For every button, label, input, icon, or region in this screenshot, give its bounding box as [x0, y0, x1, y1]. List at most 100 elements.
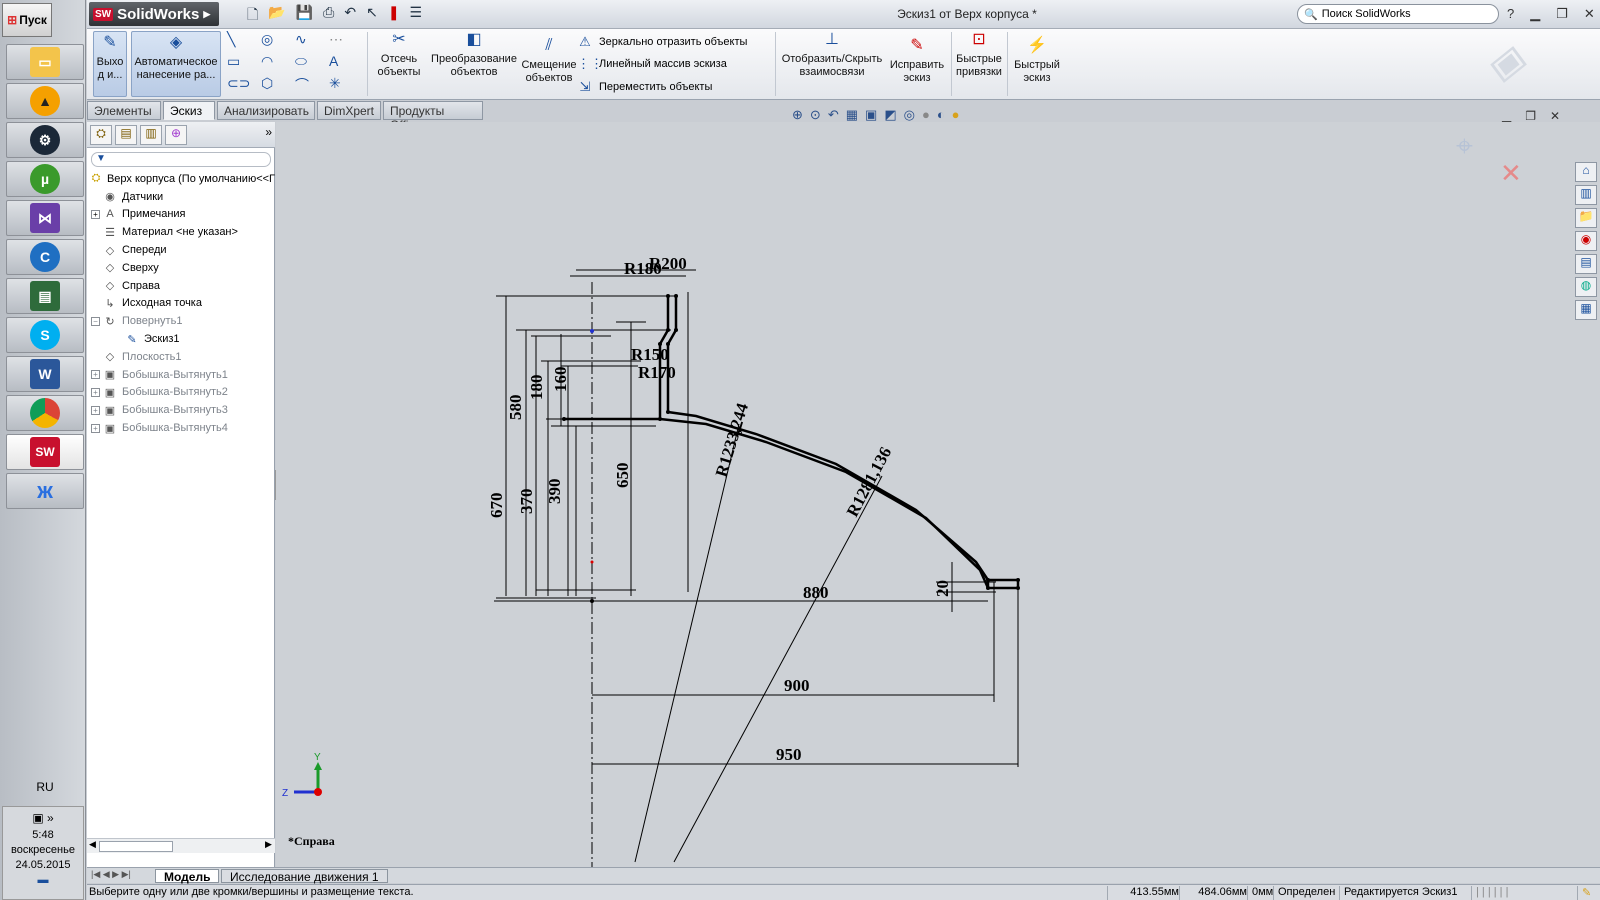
tree-item[interactable]: + A Примечания [87, 206, 275, 224]
tab-scroll-arrows-icon[interactable]: |◀ ◀ ▶ ▶| [91, 869, 131, 880]
rectangle-icon[interactable]: ▭ [227, 53, 261, 75]
scroll-right-icon[interactable]: ▶ [265, 839, 272, 850]
close-icon[interactable]: ✕ [1584, 6, 1595, 22]
system-clock[interactable]: ▣ » 5:48 воскресенье 24.05.2015 ▬ [2, 806, 84, 900]
tree-item[interactable]: + ▣ Бобышка-Вытянуть4 [87, 419, 275, 437]
sketch-drawing[interactable]: R200 R180 R150 R170 R1233,244 R1281,136 … [276, 122, 1600, 867]
solidworks-logo[interactable]: SW SolidWorks ▶ [89, 2, 219, 26]
tab-features[interactable]: Элементы [87, 101, 161, 120]
search-box[interactable]: 🔍 Поиск SolidWorks [1297, 4, 1499, 24]
scroll-left-icon[interactable]: ◀ [89, 839, 96, 850]
language-indicator[interactable]: RU [6, 780, 84, 794]
repair-sketch-button[interactable]: ✎ Исправить эскиз [887, 38, 947, 85]
tree-horizontal-scrollbar[interactable]: ◀ ▶ [87, 838, 275, 853]
slot-icon[interactable]: ⊂⊃ [227, 75, 261, 97]
tree-item[interactable]: + ▣ Бобышка-Вытянуть1 [87, 366, 275, 384]
rapid-sketch-button[interactable]: ⚡ Быстрый эскиз [1011, 38, 1063, 85]
search-results-icon[interactable]: ▤ [1575, 254, 1597, 274]
save-icon[interactable]: 💾 [296, 4, 313, 28]
dim-390[interactable]: 390 [545, 479, 564, 505]
rebuild-status-icon[interactable]: ✎ [1577, 886, 1599, 900]
dimxpert-tab-icon[interactable]: ⊕ [165, 125, 187, 145]
tree-item[interactable]: + ▣ Бобышка-Вытянуть2 [87, 384, 275, 402]
arc-icon[interactable]: ◠ [261, 53, 295, 75]
taskbar-utorrent-button[interactable]: µ [6, 161, 84, 197]
quick-snaps-button[interactable]: ⊡ Быстрые привязки [953, 32, 1005, 79]
auto-dimension-button[interactable]: ◈ Автоматическое нанесение ра... [131, 31, 221, 97]
start-button[interactable]: ⊞ Пуск [2, 3, 52, 37]
confirm-corner-close-icon[interactable]: ✕ [1500, 158, 1522, 189]
circle-icon[interactable]: ◎ [261, 31, 295, 53]
dim-20[interactable]: 20 [933, 580, 952, 597]
tab-model[interactable]: Модель [155, 869, 220, 884]
taskbar-word-button[interactable]: W [6, 356, 84, 392]
tree-item[interactable]: ↳ Исходная точка [87, 295, 275, 313]
display-relations-button[interactable]: ⊥ Отобразить/Скрыть взаимосвязи [779, 32, 885, 79]
dim-180[interactable]: 180 [527, 375, 546, 401]
trim-button[interactable]: ✂ Отсечь объекты [371, 32, 427, 79]
dim-160[interactable]: 160 [551, 367, 570, 393]
tree-item[interactable]: ◉ Датчики [87, 188, 275, 206]
exit-sketch-button[interactable]: ✎ Выхо д и... [93, 31, 127, 97]
grid-icon[interactable]: ⋯ [329, 31, 363, 53]
doc-close-icon[interactable]: ✕ [1550, 109, 1560, 123]
dim-r180[interactable]: R180 [624, 259, 662, 278]
feature-tree-tab-icon[interactable]: ⛭ [90, 125, 112, 145]
mirror-button[interactable]: ⚠ Зеркально отразить объекты [577, 34, 747, 50]
expand-toggle-icon[interactable]: − [91, 316, 100, 326]
confirm-corner-sketch-icon[interactable]: ⌖ [1456, 130, 1473, 164]
dim-670[interactable]: 670 [487, 493, 506, 519]
dim-r1281[interactable]: R1281,136 [843, 444, 895, 520]
scene-icon[interactable]: ◐ [937, 107, 945, 123]
doc-minimize-icon[interactable]: ▁ [1502, 109, 1511, 123]
view-palette-icon[interactable]: ◉ [1575, 231, 1597, 251]
minimize-icon[interactable]: ▁ [1530, 6, 1540, 22]
taskbar-ccleaner-button[interactable]: C [6, 239, 84, 275]
dim-900[interactable]: 900 [784, 676, 810, 695]
configuration-tab-icon[interactable]: ▥ [140, 125, 162, 145]
view-orientation-icon[interactable]: ▣ [865, 107, 877, 123]
help-icon[interactable]: ? [1507, 6, 1514, 22]
tab-motion-study[interactable]: Исследование движения 1 [221, 869, 388, 884]
ellipse-icon[interactable]: ⬭ [295, 53, 329, 75]
tree-root[interactable]: ⛭ Верх корпуса (По умолчанию<<Г [87, 170, 275, 188]
dim-650[interactable]: 650 [613, 463, 632, 489]
taskbar-skype-button[interactable]: S [6, 317, 84, 353]
taskbar-solidworks-button[interactable]: SW [6, 434, 84, 470]
dim-r170[interactable]: R170 [638, 363, 676, 382]
design-library-icon[interactable]: ▥ [1575, 185, 1597, 205]
taskbar-monitor-button[interactable]: ▤ [6, 278, 84, 314]
convert-entities-button[interactable]: ◧ Преобразование объектов [429, 32, 519, 79]
fillet-icon[interactable]: ⌒ [295, 75, 329, 97]
new-document-icon[interactable]: 🗋 [247, 4, 258, 28]
zoom-area-icon[interactable]: ⊙ [810, 107, 821, 123]
offset-entities-button[interactable]: ⫽ Смещение объектов [519, 38, 579, 85]
text-icon[interactable]: A [329, 53, 363, 75]
expand-toggle-icon[interactable]: + [91, 387, 100, 397]
tab-evaluate[interactable]: Анализировать [217, 101, 315, 120]
tree-item[interactable]: ✎ Эскиз1 [87, 330, 275, 348]
doc-restore-icon[interactable]: ❐ [1525, 109, 1536, 123]
expand-toggle-icon[interactable]: + [91, 370, 100, 380]
tree-item[interactable]: ☰ Материал <не указан> [87, 223, 275, 241]
open-icon[interactable]: 📂 [268, 4, 285, 28]
scrollbar-thumb[interactable] [99, 841, 173, 852]
tree-item[interactable]: + ▣ Бобышка-Вытянуть3 [87, 401, 275, 419]
spline-icon[interactable]: ∿ [295, 31, 329, 53]
select-icon[interactable]: ↖ [366, 4, 378, 28]
tree-item[interactable]: − ↻ Повернуть1 [87, 312, 275, 330]
hide-show-icon[interactable]: ◎ [904, 107, 915, 123]
move-entities-button[interactable]: ⇲ Переместить объекты [577, 79, 713, 95]
line-icon[interactable]: ╲ [227, 31, 261, 53]
tab-office-products[interactable]: Продукты Office [383, 101, 483, 132]
dim-580[interactable]: 580 [506, 395, 525, 421]
display-style-icon[interactable]: ◩ [884, 107, 896, 123]
dim-r150[interactable]: R150 [631, 345, 669, 364]
tree-item[interactable]: ◇ Справа [87, 277, 275, 295]
appearances-icon[interactable]: ◍ [1575, 277, 1597, 297]
zoom-fit-icon[interactable]: ⊕ [792, 107, 803, 123]
expand-panel-icon[interactable]: » [265, 125, 272, 144]
linear-pattern-button[interactable]: ⋮⋮ Линейный массив эскиза [577, 56, 727, 72]
appearance-icon[interactable]: ● [922, 107, 930, 123]
expand-toggle-icon[interactable]: + [91, 405, 100, 415]
